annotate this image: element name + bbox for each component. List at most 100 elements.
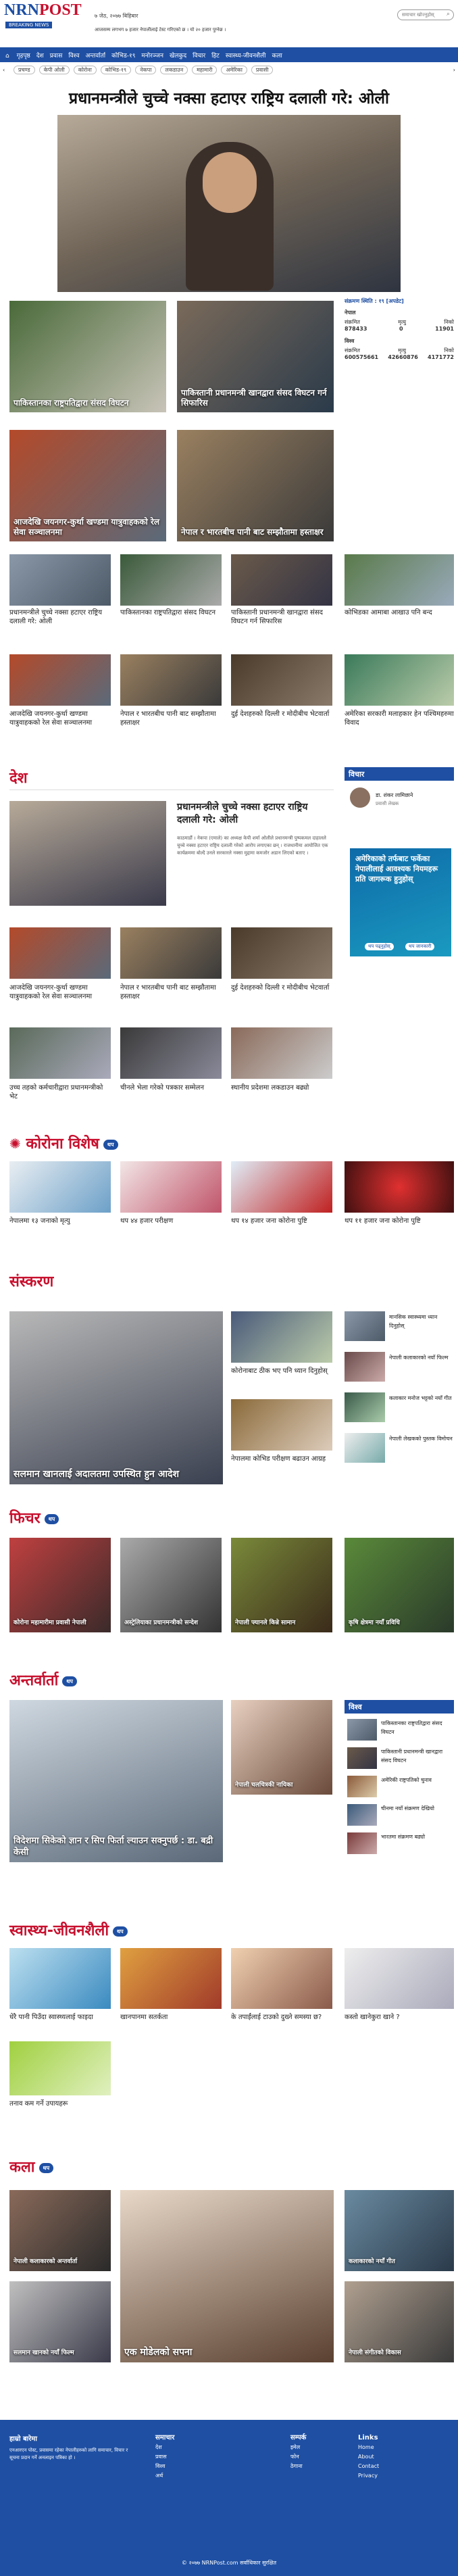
thumb-image[interactable]	[120, 1161, 222, 1213]
more-pill[interactable]: थप	[39, 2162, 54, 2173]
thumb-title[interactable]: चीनमा नयाँ संक्रमण देखियो	[381, 1804, 453, 1827]
thumb-title[interactable]: आजदेखि जयनगर-कुर्था खण्डमा यात्रुवाहकको …	[9, 983, 111, 1002]
section-title-feature[interactable]: फिचर थप	[9, 1507, 59, 1528]
thumb-title[interactable]: कस्तो खानेकुरा खाने ?	[345, 2013, 454, 2032]
hero-image[interactable]	[57, 115, 401, 292]
nav-item[interactable]: प्रवास	[50, 53, 63, 59]
feature-card[interactable]: पाकिस्तानका राष्ट्रपतिद्वारा संसद विघटन	[9, 301, 166, 412]
footer-link[interactable]: इमेल	[290, 2443, 306, 2452]
thumb-image[interactable]	[9, 927, 111, 979]
thumb-image[interactable]	[120, 654, 222, 706]
nav-item[interactable]: खेलकुद	[170, 53, 186, 59]
thumb-title[interactable]: कलाकार मनोज भट्टको नयाँ गीत	[389, 1394, 454, 1421]
kala-lead[interactable]: एक मोडेलको सपना	[120, 2190, 334, 2362]
more-pill[interactable]: थप	[113, 1926, 128, 1937]
thumb-image[interactable]	[345, 1433, 385, 1463]
nav-item[interactable]: अन्तर्वार्ता	[85, 53, 105, 59]
feature-card[interactable]: पाकिस्तानी प्रधानमन्त्री खानद्वारा संसद …	[177, 301, 334, 412]
nav-item[interactable]: विचार	[193, 53, 205, 59]
thumb-title[interactable]: थप ११ हजार जना कोरोना पुष्टि	[345, 1217, 454, 1236]
opinion-header[interactable]: विचार	[345, 767, 454, 781]
thumb-image[interactable]	[347, 1747, 377, 1769]
thumb-title[interactable]: भारतमा संक्रमण बढ्यो	[381, 1832, 453, 1855]
thumb-title[interactable]: नेपालमा १३ जनाको मृत्यु	[9, 1217, 111, 1236]
interview-mid[interactable]: नेपाली चलचित्रकी नायिका	[231, 1700, 332, 1795]
thumb-title[interactable]: कोरोनाबाट ठीक भए पनि ध्यान दिनुहोस्	[231, 1367, 332, 1386]
thumb-title[interactable]: पाकिस्तानका राष्ट्रपतिद्वारा संसद विघटन	[120, 608, 222, 627]
thumb-title[interactable]: कोभिडका आमाबा आखाउ पनि बन्द	[345, 608, 454, 627]
thumb-title[interactable]: मानसिक स्वास्थ्यमा ध्यान दिनुहोस्	[389, 1313, 454, 1340]
desh-lead-title[interactable]: प्रधानमन्त्रीले चुच्चे नक्सा हटाएर राष्ट…	[177, 801, 334, 827]
thumb-image[interactable]	[9, 2041, 111, 2095]
thumb-image[interactable]	[347, 1719, 377, 1741]
thumb-image[interactable]	[9, 554, 111, 606]
thumb-title[interactable]: नेपाल र भारतबीच पानी बाट सम्झौतामा हस्ता…	[120, 983, 222, 1002]
thumb-image[interactable]	[120, 554, 222, 606]
logo[interactable]: NRNPOST	[4, 1, 82, 20]
opinion-avatar[interactable]	[350, 787, 370, 808]
thumb-image[interactable]	[345, 1161, 454, 1213]
thumb-image[interactable]	[347, 1776, 377, 1797]
thumb-title[interactable]: खानपानमा सतर्कता	[120, 2013, 222, 2032]
footer-link[interactable]: अर्थ	[155, 2471, 174, 2481]
thumb-image[interactable]	[345, 554, 454, 606]
footer-link[interactable]: Contact	[358, 2462, 379, 2471]
search-box[interactable]: समाचार खोज्नुहोस् ⌕	[397, 9, 454, 20]
feature-card[interactable]: कोरोना महामारीमा प्रवासी नेपाली	[9, 1538, 111, 1632]
topic-tag[interactable]: कोभिड-१९	[100, 66, 132, 74]
thumb-image[interactable]	[347, 1832, 377, 1854]
feature-card[interactable]: आजदेखि जयनगर-कुर्था खण्डमा यात्रुवाहकको …	[9, 430, 166, 541]
nav-item[interactable]: विश्व	[68, 53, 79, 59]
footer-link[interactable]: विश्व	[155, 2462, 174, 2471]
thumb-title[interactable]: चीनले भेला गरेको पत्रकार सम्मेलन	[120, 1084, 222, 1102]
thumb-title[interactable]: तनाव कम गर्ने उपायहरू	[9, 2099, 111, 2118]
footer-link[interactable]: ठेगाना	[290, 2462, 306, 2471]
thumb-image[interactable]	[9, 1027, 111, 1079]
more-pill[interactable]: थप	[44, 1513, 59, 1524]
thumb-image[interactable]	[231, 927, 332, 979]
chevron-right-icon[interactable]: ›	[453, 67, 455, 73]
thumb-image[interactable]	[231, 1948, 332, 2009]
thumb-image[interactable]	[231, 1027, 332, 1079]
topic-tag[interactable]: लकडाउन	[160, 66, 188, 74]
promo-button-2[interactable]: थप जानकारी	[405, 943, 435, 950]
kala-side-card[interactable]: नेपाली संगीतको विकास	[345, 2281, 454, 2362]
opinion-promo[interactable]: अमेरिकाको तर्फबाट फर्केका नेपालीलाई आवश्…	[350, 848, 451, 956]
thumb-title[interactable]: स्थानीय प्रदेशमा लकडाउन बढ्यो	[231, 1084, 332, 1102]
thumb-title[interactable]: दुई देशहरुको दिल्ली र मोदीबीच भेटवार्ता	[231, 710, 332, 729]
feature-card[interactable]: नेपाली फ्यानले किन्ने सामान	[231, 1538, 332, 1632]
footer-link[interactable]: प्रवास	[155, 2452, 174, 2462]
section-title-interview[interactable]: अन्तर्वार्ता थप	[9, 1670, 77, 1690]
section-title-health[interactable]: स्वास्थ्य-जीवनशैली थप	[9, 1920, 128, 1940]
kala-left-card[interactable]: नेपाली कलाकारको अन्तर्वार्ता	[9, 2190, 111, 2271]
section-title-sanskaran[interactable]: संस्करण	[9, 1271, 53, 1291]
home-icon[interactable]: ⌂	[5, 53, 9, 59]
footer-link[interactable]: देश	[155, 2443, 174, 2452]
thumb-title[interactable]: आजदेखि जयनगर-कुर्था खण्डमा यात्रुवाहकको …	[9, 710, 111, 729]
feature-card[interactable]: नेपाल र भारतबीच पानी बाट सम्झौतामा हस्ता…	[177, 430, 334, 541]
feature-card[interactable]: कृषि क्षेत्रमा नयाँ प्रविधि	[345, 1538, 454, 1632]
kala-side-card[interactable]: कलाकारको नयाँ गीत	[345, 2190, 454, 2271]
thumb-title[interactable]: पाकिस्तानी प्रधानमन्त्री खानद्वारा संसद …	[381, 1747, 453, 1770]
thumb-image[interactable]	[231, 1161, 332, 1213]
thumb-title[interactable]: थप १४ हजार जना कोरोना पुष्टि	[231, 1217, 332, 1236]
chevron-left-icon[interactable]: ‹	[3, 67, 5, 73]
thumb-image[interactable]	[120, 927, 222, 979]
thumb-title[interactable]: उच्च तहको कर्मचारीद्वारा प्रधानमन्त्रीको…	[9, 1084, 111, 1102]
section-title-desh[interactable]: देश	[9, 767, 28, 787]
thumb-title[interactable]: के तपाईंलाई टाउको दुख्ने समस्या छ?	[231, 2013, 332, 2032]
thumb-image[interactable]	[231, 554, 332, 606]
thumb-image[interactable]	[9, 1948, 111, 2009]
nav-item[interactable]: मनोरञ्जन	[141, 53, 163, 59]
thumb-title[interactable]: प्रधानमन्त्रीले चुच्चे नक्सा हटाएर राष्ट…	[9, 608, 111, 627]
thumb-title[interactable]: दुई देशहरुको दिल्ली र मोदीबीच भेटवार्ता	[231, 983, 332, 1002]
thumb-image[interactable]	[345, 1311, 385, 1341]
thumb-image[interactable]	[345, 1392, 385, 1422]
thumb-image[interactable]	[345, 1352, 385, 1382]
thumb-image[interactable]	[231, 1399, 332, 1451]
nav-item[interactable]: देश	[36, 53, 44, 59]
promo-button-1[interactable]: थप पढ्नुहोस्	[365, 943, 394, 950]
nav-item[interactable]: कोभिड-१९	[111, 53, 135, 59]
kala-left-card[interactable]: सलमान खानको नयाँ फिल्म	[9, 2281, 111, 2362]
thumb-title[interactable]: नेपाली लेखकको पुस्तक विमोचन	[389, 1434, 454, 1461]
